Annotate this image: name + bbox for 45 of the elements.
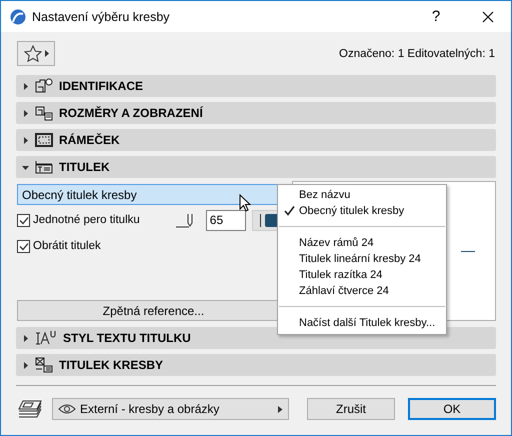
- arrow-icon: [44, 50, 48, 57]
- preview-line: [461, 251, 475, 252]
- checkbox[interactable]: [17, 214, 30, 226]
- text-style-icon: [35, 330, 57, 346]
- menu-item[interactable]: Titulek razítka 24: [278, 267, 446, 283]
- pen-line-icon: [260, 214, 261, 226]
- expand-arrow-icon[interactable]: [22, 110, 29, 116]
- layer-dropdown[interactable]: Externí - kresby a obrázky: [52, 398, 289, 420]
- dialog-button[interactable]: OK: [408, 398, 496, 420]
- checkbox-label: Jednotné pero titulku: [33, 214, 140, 226]
- collapse-arrow-icon[interactable]: [22, 164, 29, 170]
- menu-item[interactable]: Název rámů 24: [278, 235, 446, 251]
- section-header[interactable]: TITULEK: [16, 156, 496, 178]
- checkbox-label: Obrátit titulek: [33, 240, 101, 252]
- mouse-pointer-icon: [239, 194, 251, 212]
- window-title: Nastavení výběru kresby: [32, 10, 171, 24]
- sheet-list-icon: [35, 105, 53, 121]
- expand-arrow-icon[interactable]: [22, 82, 29, 90]
- drawing-title-icon: [35, 357, 53, 373]
- section-header[interactable]: TITULEK KRESBY: [16, 354, 496, 376]
- frame-icon: [35, 132, 53, 148]
- eye-icon: [58, 403, 76, 415]
- checkbox[interactable]: [17, 240, 30, 252]
- menu-item[interactable]: Titulek lineární kresby 24: [278, 251, 446, 267]
- star-icon: [24, 45, 42, 62]
- checkmark-icon: [284, 206, 295, 216]
- close-icon: [482, 10, 494, 22]
- layers-icon: [18, 399, 42, 419]
- menu-item[interactable]: Obecný titulek kresby: [278, 203, 446, 219]
- help-button[interactable]: ?: [413, 1, 459, 32]
- section-header[interactable]: IDENTIFIKACE: [16, 75, 496, 97]
- expand-arrow-icon[interactable]: [22, 136, 29, 144]
- selection-info: Označeno: 1 Editovatelných: 1: [339, 48, 496, 60]
- section-header[interactable]: RÁMEČEK: [16, 129, 496, 151]
- dialog-button[interactable]: Zrušit: [307, 398, 395, 420]
- menu-item[interactable]: Záhlaví čtverce 24: [278, 283, 446, 299]
- section-header[interactable]: ROZMĚRY A ZOBRAZENÍ: [16, 102, 496, 124]
- expand-arrow-icon[interactable]: [22, 362, 29, 368]
- title-text-icon: [35, 159, 53, 175]
- info-sheet-icon: [35, 78, 53, 94]
- arrow-icon: [278, 406, 283, 412]
- favorites-button[interactable]: [17, 41, 55, 66]
- pen-number-field[interactable]: 65: [206, 210, 246, 230]
- expand-arrow-icon[interactable]: [22, 334, 29, 342]
- app-logo-icon: [10, 8, 26, 24]
